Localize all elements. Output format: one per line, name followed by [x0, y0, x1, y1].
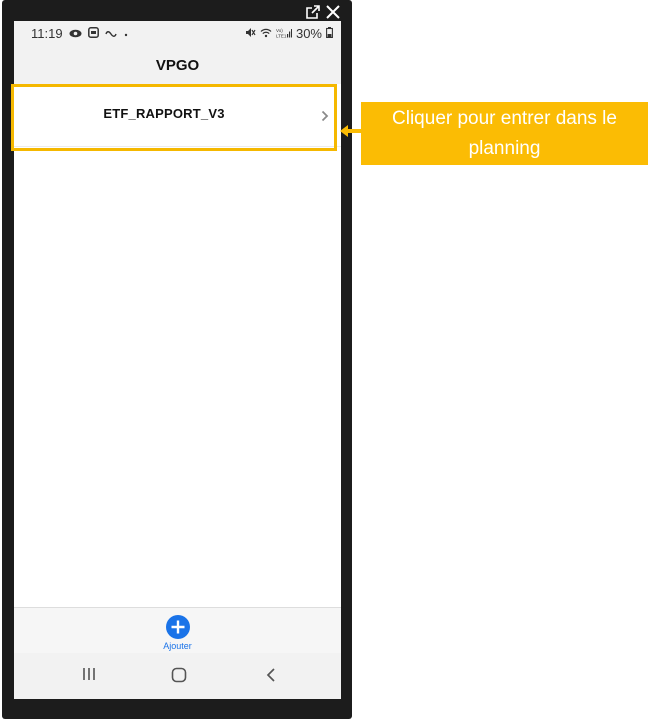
- page-title: VPGO: [155, 56, 200, 74]
- phone-frame: 11:19 Vo) LTE1 30% VPGO ETF_RAPPORT_V3 A…: [2, 0, 352, 719]
- app-header: VPGO: [14, 46, 341, 85]
- plus-circle-icon: [166, 615, 190, 639]
- callout-line-2: planning: [468, 138, 541, 159]
- close-icon[interactable]: [326, 5, 340, 19]
- bottom-toolbar: Ajouter: [14, 607, 341, 654]
- window-controls: [306, 4, 340, 20]
- callout-line-1: Cliquer pour entrer dans le: [392, 108, 617, 129]
- mute-icon: [245, 26, 256, 41]
- svg-text:LTE1: LTE1: [276, 34, 287, 39]
- callout-arrow-icon: [339, 124, 361, 143]
- home-icon[interactable]: [171, 667, 187, 688]
- android-nav-bar: [14, 653, 341, 699]
- status-time: 11:19: [31, 26, 63, 41]
- add-button-label[interactable]: Ajouter: [14, 641, 341, 651]
- chevron-right-icon: [321, 109, 329, 127]
- recent-apps-icon[interactable]: [81, 667, 97, 686]
- wifi-icon: [260, 26, 272, 41]
- dot-icon: [123, 26, 129, 41]
- signal-icon: Vo) LTE1: [276, 26, 292, 41]
- list-item-label: ETF_RAPPORT_V3: [103, 106, 225, 121]
- battery-icon: [326, 26, 333, 41]
- add-button[interactable]: [166, 615, 190, 639]
- link-icon: [104, 26, 117, 41]
- back-icon[interactable]: [265, 667, 277, 688]
- battery-text: 30%: [295, 26, 322, 41]
- list-item-etf-rapport[interactable]: ETF_RAPPORT_V3: [14, 84, 341, 147]
- svg-text:Vo): Vo): [276, 28, 283, 33]
- status-bar: 11:19 Vo) LTE1 30%: [14, 21, 341, 46]
- phone-screen: 11:19 Vo) LTE1 30% VPGO ETF_RAPPORT_V3 A…: [14, 21, 341, 699]
- open-external-icon[interactable]: [306, 5, 320, 19]
- callout-box: Cliquer pour entrer dans le planning: [361, 102, 648, 165]
- screen-record-icon: [87, 26, 99, 41]
- eye-icon: [69, 26, 82, 41]
